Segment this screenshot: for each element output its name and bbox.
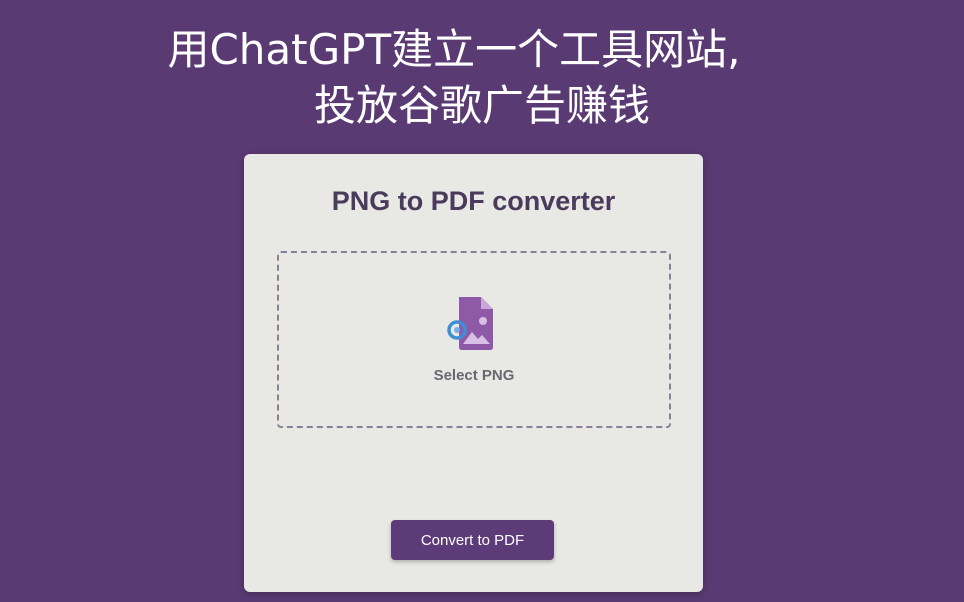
page-title: PNG to PDF converter	[331, 186, 616, 216]
caption-line-1: 用ChatGPT建立一个工具网站,	[167, 25, 741, 74]
caption-line-2: 投放谷歌广告赚钱	[313, 81, 650, 130]
video-frame: 用ChatGPT建立一个工具网站, 投放谷歌广告赚钱 PNG to PDF co…	[0, 0, 964, 602]
file-drop-zone[interactable]: Select PNG	[277, 251, 671, 428]
select-png-label: Select PNG	[433, 367, 515, 384]
video-caption: 用ChatGPT建立一个工具网站, 投放谷歌广告赚钱	[0, 22, 964, 134]
convert-to-pdf-button[interactable]: Convert to PDF	[391, 520, 554, 560]
image-file-icon	[447, 297, 493, 350]
converter-card: PNG to PDF converter Select PNG Convert …	[244, 154, 703, 592]
